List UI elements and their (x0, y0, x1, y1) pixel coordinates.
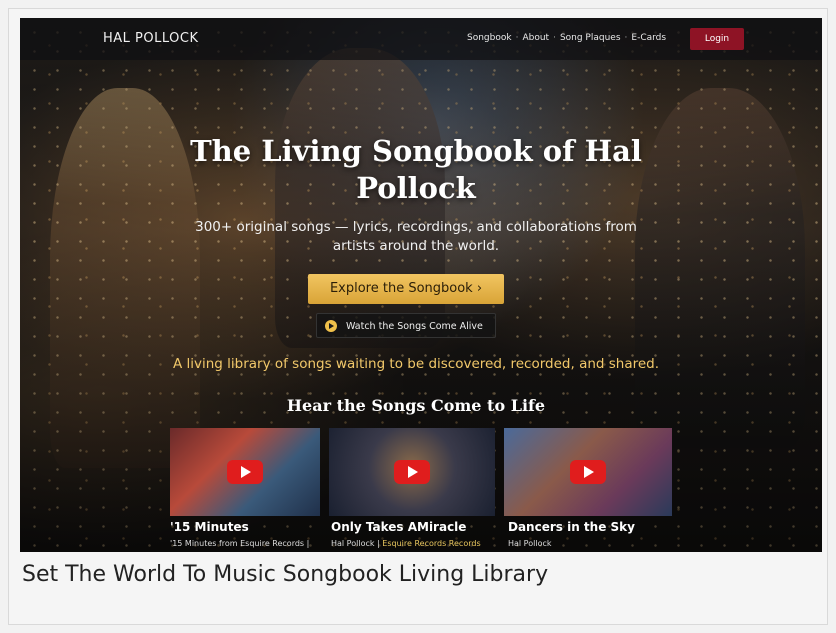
video-thumbnail-dancers-in-the-sky[interactable] (504, 428, 672, 516)
video-thumbnail-15-minutes[interactable] (170, 428, 320, 516)
video-subtitle: '15 Minutes from Esquire Records | (170, 539, 309, 548)
nav-link-songbook[interactable]: Songbook (467, 33, 512, 43)
section-title: Hear the Songs Come to Life (286, 396, 546, 415)
explore-songbook-button[interactable]: Explore the Songbook › (308, 274, 504, 304)
video-subtitle-text: '15 Minutes from Esquire Records | (170, 539, 310, 548)
hero-tagline: A living library of songs waiting to be … (172, 356, 660, 372)
image-caption: Set The World To Music Songbook Living L… (22, 562, 549, 587)
video-subtitle-text: Hal Pollock | (331, 539, 383, 548)
nav-link-about[interactable]: About (522, 33, 549, 43)
hero-subtitle: 300+ original songs — lyrics, recordings… (195, 219, 637, 254)
nav-link-song-plaques[interactable]: Song Plaques (560, 33, 621, 43)
watch-songs-button[interactable]: Watch the Songs Come Alive (316, 313, 496, 338)
youtube-play-icon[interactable] (394, 460, 430, 484)
brand-logo[interactable]: HAL POLLOCK (103, 31, 198, 46)
youtube-play-icon[interactable] (570, 460, 606, 484)
nav-separator: · (553, 33, 556, 43)
video-title[interactable]: Only Takes AMiracle (331, 520, 466, 534)
website-screenshot: HAL POLLOCK Songbook · About · Song Plaques ·… (20, 18, 822, 552)
video-subtitle: Hal Pollock (508, 539, 552, 548)
hero-title: The Living Songbook of Hal Pollock (190, 134, 642, 205)
nav-separator: · (624, 33, 628, 43)
nav-link-e-cards[interactable]: E-Cards (631, 33, 666, 43)
video-title[interactable]: Dancers in the Sky (508, 520, 635, 534)
watch-songs-label: Watch the Songs Come Alive (346, 321, 483, 332)
video-subtitle-highlight[interactable]: Esquire Records Records (382, 539, 480, 548)
video-subtitle-text: Hal Pollock (508, 539, 552, 548)
video-subtitle: Hal Pollock | Esquire Records Records (331, 539, 481, 548)
login-button[interactable]: Login (690, 28, 744, 50)
video-title[interactable]: '15 Minutes (170, 520, 249, 534)
youtube-play-icon[interactable] (227, 460, 263, 484)
nav-separator: · (515, 33, 519, 43)
video-thumbnail-only-takes-a-miracle[interactable] (329, 428, 495, 516)
top-navbar: HAL POLLOCK Songbook · About · Song Plaques ·… (20, 18, 822, 60)
nav-links: Songbook · About · Song Plaques · E-Cards (467, 33, 666, 43)
play-icon (325, 320, 337, 332)
